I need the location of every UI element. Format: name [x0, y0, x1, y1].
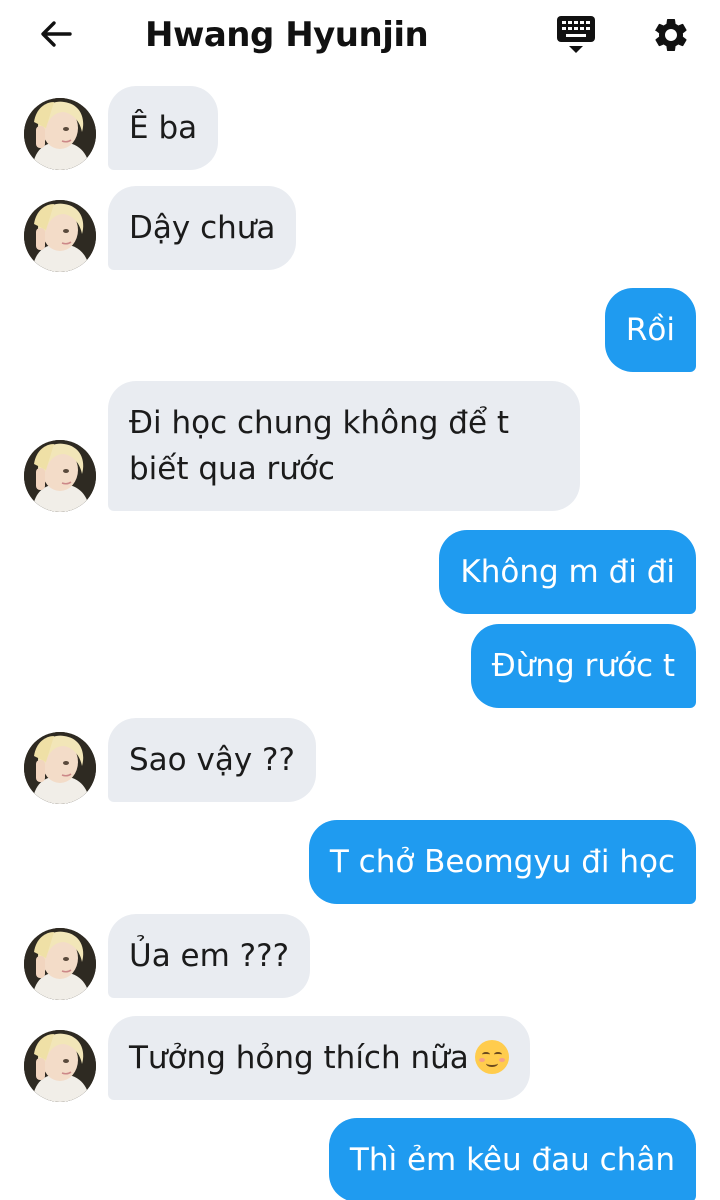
message-text: Dậy chưa: [129, 210, 276, 246]
message-text: Ủa em ???: [129, 938, 290, 974]
chat-screen: Hwang Hyunjin Ê ba Dậy chưa Rồi Đi học c…: [0, 0, 720, 1200]
gear-icon: [654, 18, 687, 51]
message-bubble-outgoing[interactable]: Không m đi đi: [439, 530, 696, 614]
message-bubble-incoming[interactable]: Ủa em ???: [108, 914, 311, 998]
chat-header: Hwang Hyunjin: [0, 0, 720, 72]
message-text: Tưởng hỏng thích nữa: [129, 1040, 469, 1076]
contact-avatar[interactable]: [24, 732, 96, 804]
message-text: Rồi: [625, 312, 675, 348]
message-text: Ê ba: [129, 110, 198, 146]
arrow-left-icon: [41, 21, 72, 47]
keyboard-button[interactable]: [552, 12, 600, 58]
message-bubble-incoming[interactable]: Đi học chung không để t biết qua rước: [108, 381, 580, 511]
settings-button[interactable]: [648, 12, 694, 58]
keyboard-icon: [557, 16, 595, 53]
contact-avatar[interactable]: [24, 1030, 96, 1102]
message-bubble-incoming[interactable]: Tưởng hỏng thích nữa: [108, 1016, 530, 1100]
message-bubble-incoming[interactable]: Sao vậy ??: [108, 718, 316, 802]
contact-avatar[interactable]: [24, 98, 96, 170]
message-bubble-incoming[interactable]: Ê ba: [108, 86, 219, 170]
message-bubble-incoming[interactable]: Dậy chưa: [108, 186, 297, 270]
back-button[interactable]: [34, 12, 78, 56]
relieved-face-emoji: [474, 1040, 509, 1074]
message-text: Thì ẻm kêu đau chân: [349, 1142, 675, 1178]
message-text: Không m đi đi: [460, 554, 675, 590]
message-bubble-outgoing[interactable]: Đừng rước t: [470, 624, 696, 708]
message-bubble-outgoing[interactable]: Thì ẻm kêu đau chân: [328, 1118, 696, 1200]
message-text: T chở Beomgyu đi học: [329, 844, 675, 880]
message-text: Đi học chung không để t biết qua rước: [129, 405, 510, 487]
message-text: Sao vậy ??: [129, 742, 295, 778]
page-title: Hwang Hyunjin: [145, 15, 429, 55]
contact-avatar[interactable]: [24, 440, 96, 512]
message-bubble-outgoing[interactable]: Rồi: [604, 288, 696, 372]
contact-avatar[interactable]: [24, 928, 96, 1000]
message-bubble-outgoing[interactable]: T chở Beomgyu đi học: [308, 820, 696, 904]
message-text: Đừng rước t: [491, 648, 675, 684]
contact-avatar[interactable]: [24, 200, 96, 272]
